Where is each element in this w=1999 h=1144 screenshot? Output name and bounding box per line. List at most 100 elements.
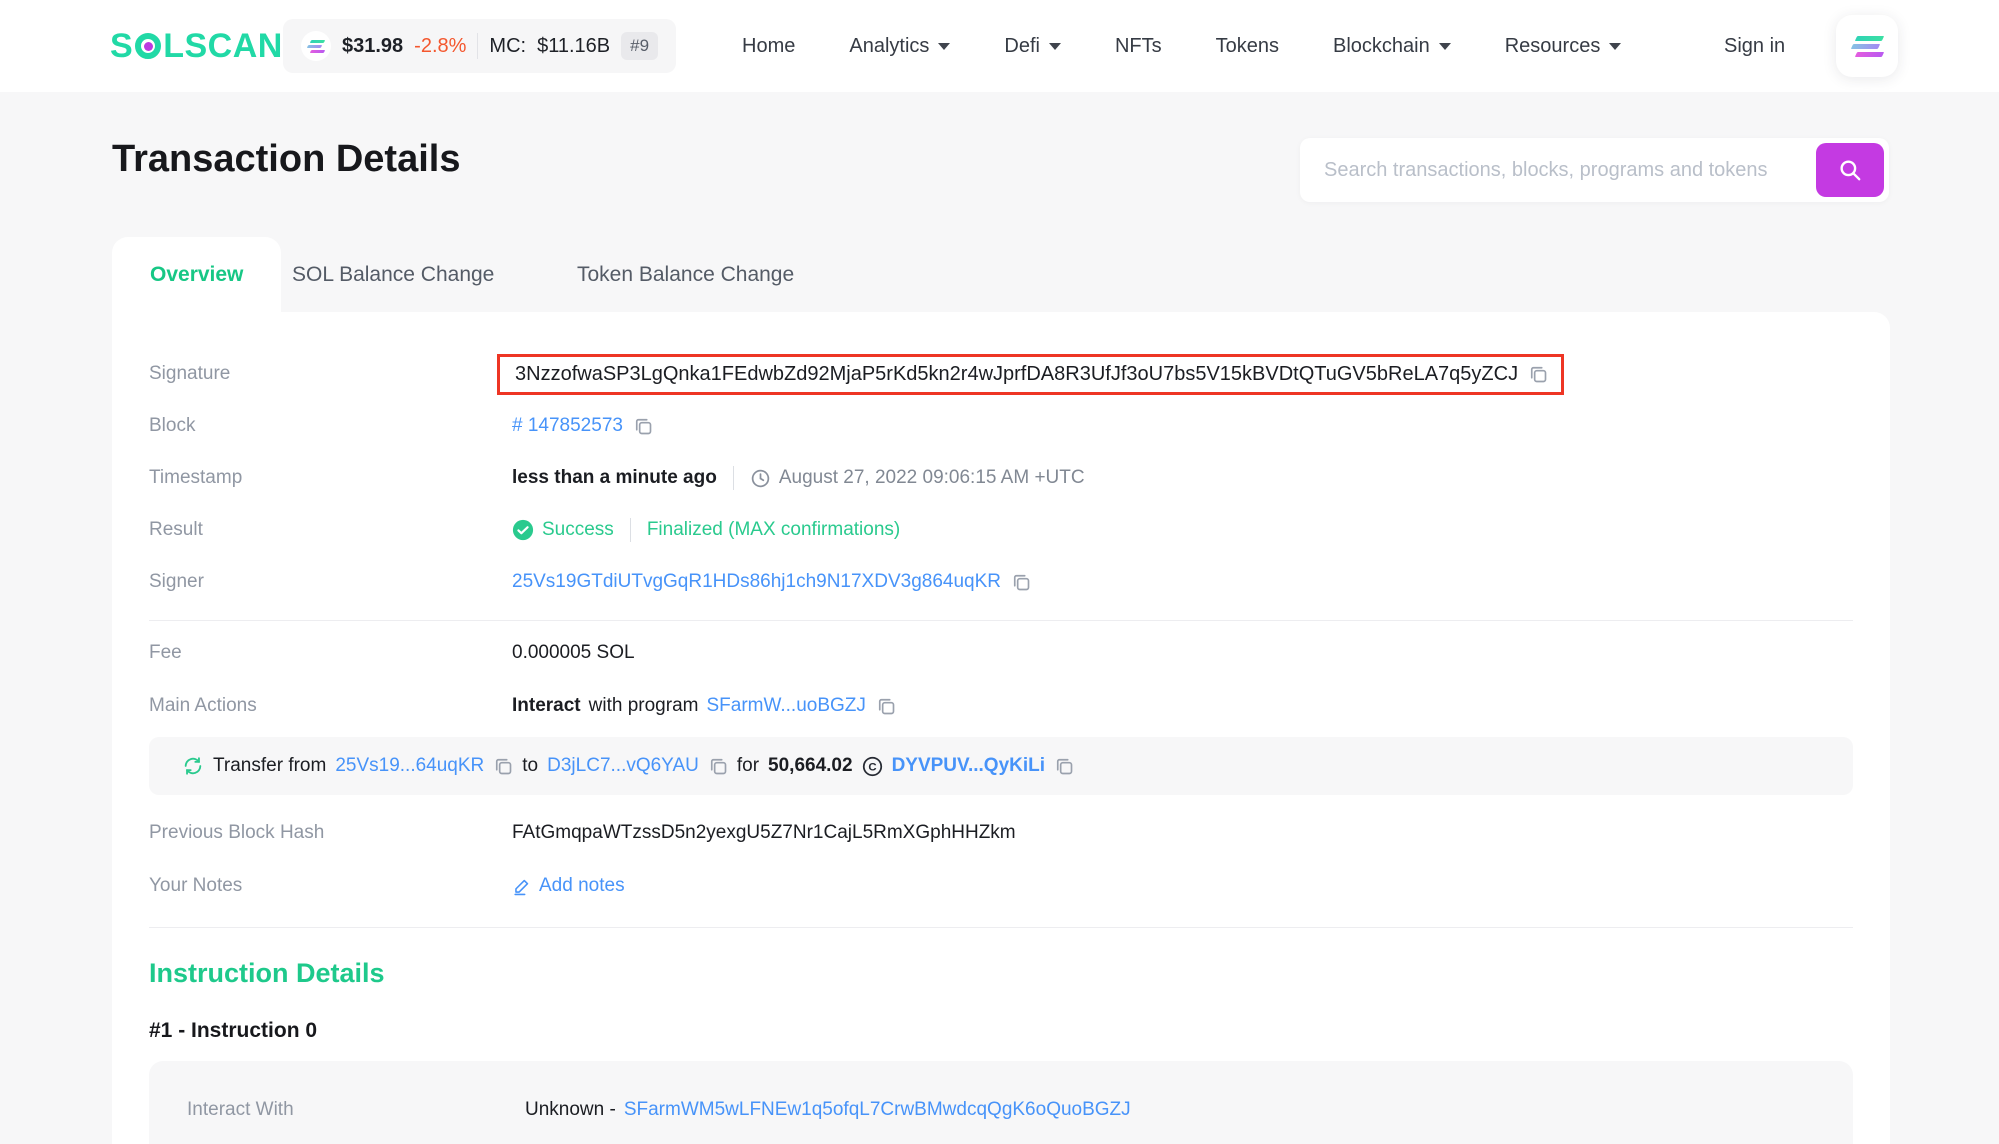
nav-item-defi[interactable]: Defi <box>1004 35 1061 58</box>
copy-icon <box>876 696 896 716</box>
copy-signature-button[interactable] <box>1528 364 1548 384</box>
edit-pencil-icon <box>512 877 531 896</box>
copy-block-button[interactable] <box>633 416 653 436</box>
signature-annotation-box: 3NzzofwaSP3LgQnka1FEdwbZd92MjaP5rKd5kn2r… <box>497 354 1564 395</box>
copy-token-button[interactable] <box>1054 756 1074 776</box>
signature-label: Signature <box>149 363 512 385</box>
nav-item-home[interactable]: Home <box>742 35 795 58</box>
timestamp-relative: less than a minute ago <box>512 467 717 489</box>
tab-overview[interactable]: Overview <box>112 237 281 312</box>
transfer-to-word: to <box>522 755 538 777</box>
chevron-down-icon <box>1049 43 1061 50</box>
copy-icon <box>1054 756 1074 776</box>
success-check-icon <box>512 519 534 541</box>
result-status: Success <box>542 519 614 541</box>
search-button[interactable] <box>1816 143 1884 197</box>
interact-with-program-link[interactable]: SFarmWM5wLFNEw1q5ofqL7CrwBMwdcqQgK6oQuoB… <box>624 1099 1131 1121</box>
timestamp-absolute: August 27, 2022 09:06:15 AM +UTC <box>779 467 1085 489</box>
tab-token-balance-change[interactable]: Token Balance Change <box>577 237 794 312</box>
section-divider <box>149 927 1853 928</box>
tab-sol-balance-change[interactable]: SOL Balance Change <box>292 237 494 312</box>
solscan-logo-text: SLSCAN <box>110 27 283 66</box>
copy-to-button[interactable] <box>708 756 728 776</box>
signer-row: Signer 25Vs19GTdiUTvgGqR1HDs86hj1ch9N17X… <box>149 556 1853 608</box>
action-verb: Interact <box>512 695 581 717</box>
fee-value: 0.000005 SOL <box>512 642 635 664</box>
interact-with-row: Interact With Unknown - SFarmWM5wLFNEw1q… <box>187 1099 1853 1121</box>
fee-label: Fee <box>149 642 512 664</box>
block-row: Block # 147852573 <box>149 400 1853 452</box>
sol-price-change: -2.8% <box>414 35 466 58</box>
previous-block-hash-row: Previous Block Hash FAtGmqpaWTzssD5n2yex… <box>149 795 1853 871</box>
token-icon: C <box>862 756 883 777</box>
signer-label: Signer <box>149 571 512 593</box>
navbar: SLSCAN $31.98 -2.8% MC: $11.16B #9 Home … <box>0 0 1999 92</box>
logo-o-icon <box>135 33 161 59</box>
transfer-for-word: for <box>737 755 759 777</box>
block-link[interactable]: # 147852573 <box>512 415 623 437</box>
clock-icon <box>750 468 771 489</box>
main-actions-label: Main Actions <box>149 695 512 717</box>
chevron-down-icon <box>1609 43 1621 50</box>
instruction-details-heading: Instruction Details <box>149 958 1853 989</box>
copy-icon <box>633 416 653 436</box>
chevron-down-icon <box>938 43 950 50</box>
svg-text:C: C <box>868 761 876 773</box>
rank-badge: #9 <box>621 32 658 60</box>
copy-icon <box>1528 364 1548 384</box>
page-title: Transaction Details <box>112 138 460 181</box>
search-input[interactable] <box>1300 138 1805 202</box>
instruction-title: #1 - Instruction 0 <box>149 1019 1853 1043</box>
timestamp-divider <box>733 466 734 490</box>
result-label: Result <box>149 519 512 541</box>
search-icon <box>1837 157 1863 183</box>
copy-icon <box>708 756 728 776</box>
your-notes-row: Your Notes Add notes <box>149 871 1853 901</box>
fee-row: Fee 0.000005 SOL <box>149 621 1853 685</box>
market-cap-value: $11.16B <box>537 35 610 58</box>
block-label: Block <box>149 415 512 437</box>
instruction-card: Interact With Unknown - SFarmWM5wLFNEw1q… <box>149 1061 1853 1144</box>
transfer-icon <box>182 755 204 777</box>
program-link[interactable]: SFarmW...uoBGZJ <box>706 695 865 717</box>
copy-icon <box>493 756 513 776</box>
add-notes-button[interactable]: Add notes <box>512 875 625 897</box>
transfer-prefix: Transfer from <box>213 755 326 777</box>
sign-in-link[interactable]: Sign in <box>1724 0 1785 92</box>
signer-address-link[interactable]: 25Vs19GTdiUTvgGqR1HDs86hj1ch9N17XDV3g864… <box>512 571 1001 593</box>
signature-value: 3NzzofwaSP3LgQnka1FEdwbZd92MjaP5rKd5kn2r… <box>515 363 1518 386</box>
main-actions-row: Main Actions Interact with program SFarm… <box>149 685 1853 727</box>
solana-network-button[interactable] <box>1836 15 1898 77</box>
nav-menu: Home Analytics Defi NFTs Tokens Blockcha… <box>742 0 1621 92</box>
copy-from-button[interactable] <box>493 756 513 776</box>
transfer-token-link[interactable]: DYVPUV...QyKiLi <box>892 755 1045 777</box>
transfer-from-link[interactable]: 25Vs19...64uqKR <box>335 755 484 777</box>
previous-block-hash-label: Previous Block Hash <box>149 822 512 844</box>
interact-with-label: Interact With <box>187 1099 525 1121</box>
transfer-summary-row: Transfer from 25Vs19...64uqKR to D3jLC7.… <box>149 737 1853 795</box>
copy-signer-button[interactable] <box>1011 572 1031 592</box>
result-row: Result Success Finalized (MAX confirmati… <box>149 504 1853 556</box>
interact-with-unknown: Unknown - <box>525 1099 616 1121</box>
nav-item-nfts[interactable]: NFTs <box>1115 35 1162 58</box>
timestamp-label: Timestamp <box>149 467 512 489</box>
result-divider <box>630 518 631 542</box>
nav-item-tokens[interactable]: Tokens <box>1216 35 1279 58</box>
previous-block-hash-value: FAtGmqpaWTzssD5n2yexgU5Z7Nr1CajL5RmXGphH… <box>512 822 1016 844</box>
nav-item-resources[interactable]: Resources <box>1505 35 1622 58</box>
transfer-to-link[interactable]: D3jLC7...vQ6YAU <box>547 755 699 777</box>
nav-item-blockchain[interactable]: Blockchain <box>1333 35 1451 58</box>
timestamp-row: Timestamp less than a minute ago August … <box>149 452 1853 504</box>
copy-icon <box>1011 572 1031 592</box>
pill-divider <box>477 33 478 59</box>
action-text: with program <box>589 695 699 717</box>
sol-price-pill[interactable]: $31.98 -2.8% MC: $11.16B #9 <box>283 19 676 73</box>
nav-item-analytics[interactable]: Analytics <box>849 35 950 58</box>
market-cap-label: MC: <box>489 35 526 58</box>
your-notes-label: Your Notes <box>149 875 512 897</box>
solana-icon <box>1854 36 1883 41</box>
solscan-logo[interactable]: SLSCAN <box>110 0 283 92</box>
copy-program-button[interactable] <box>876 696 896 716</box>
signature-row: Signature 3NzzofwaSP3LgQnka1FEdwbZd92Mja… <box>149 312 1853 400</box>
result-confirmation: Finalized (MAX confirmations) <box>647 519 900 541</box>
